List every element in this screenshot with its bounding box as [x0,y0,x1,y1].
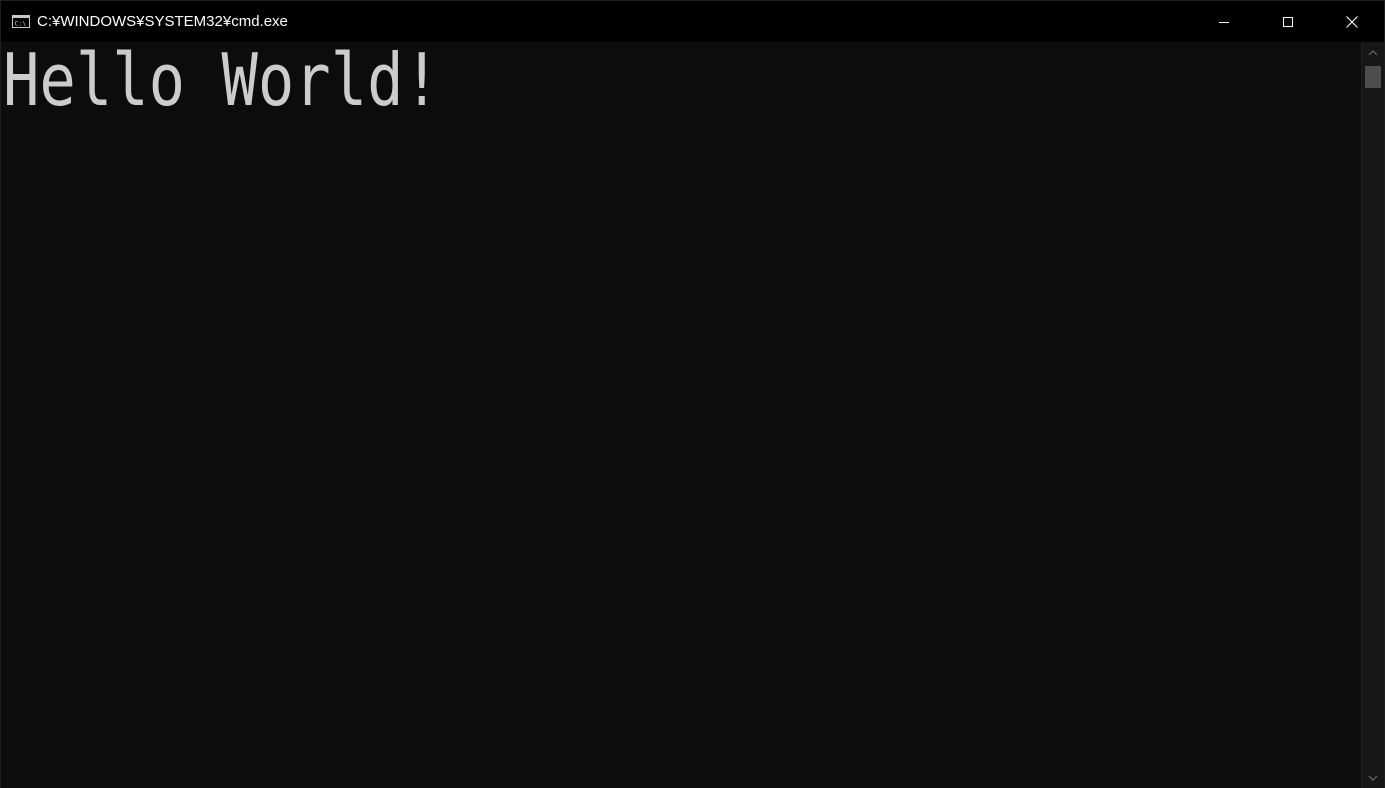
chevron-up-icon [1368,50,1378,56]
app-icon-label: C:\ [15,20,27,28]
chevron-down-icon [1368,775,1378,781]
minimize-icon [1219,21,1229,23]
console-output-line: Hello World! [3,42,440,122]
title-bar[interactable]: C:\ C:¥WINDOWS¥SYSTEM32¥cmd.exe [1,1,1384,42]
scroll-down-button[interactable] [1362,769,1384,787]
minimize-button[interactable] [1192,1,1256,42]
close-button[interactable] [1320,1,1384,42]
cmd-window: C:\ C:¥WINDOWS¥SYSTEM32¥cmd.exe Hello Wo… [0,0,1385,788]
close-icon [1346,15,1358,28]
caption-buttons [1192,1,1384,42]
maximize-button[interactable] [1256,1,1320,42]
cmd-console-icon[interactable]: C:\ [12,15,30,28]
scroll-up-button[interactable] [1362,44,1384,62]
console-output-area[interactable]: Hello World! [1,42,1362,788]
window-title: C:¥WINDOWS¥SYSTEM32¥cmd.exe [37,13,288,30]
maximize-icon [1283,16,1293,27]
vertical-scrollbar[interactable] [1361,42,1384,788]
scrollbar-thumb[interactable] [1365,66,1381,88]
